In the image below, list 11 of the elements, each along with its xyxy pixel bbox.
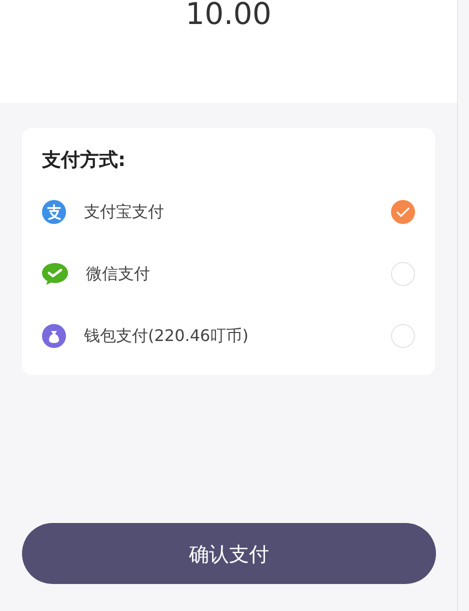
payment-method-label: 支付宝支付: [84, 200, 165, 222]
payment-amount: 10.00: [186, 0, 272, 30]
chat-bubble-icon: [42, 262, 68, 286]
money-bag-icon: [42, 324, 66, 348]
payment-method-label: 钱包支付(220.46叮币): [84, 324, 250, 346]
check-icon: [396, 206, 410, 216]
confirm-button[interactable]: 确认支付: [22, 523, 436, 584]
payment-method-label: 微信支付: [86, 262, 151, 284]
radio-button[interactable]: [391, 200, 415, 224]
section-title: 支付方式:: [42, 148, 127, 173]
alipay-icon: [42, 200, 66, 224]
